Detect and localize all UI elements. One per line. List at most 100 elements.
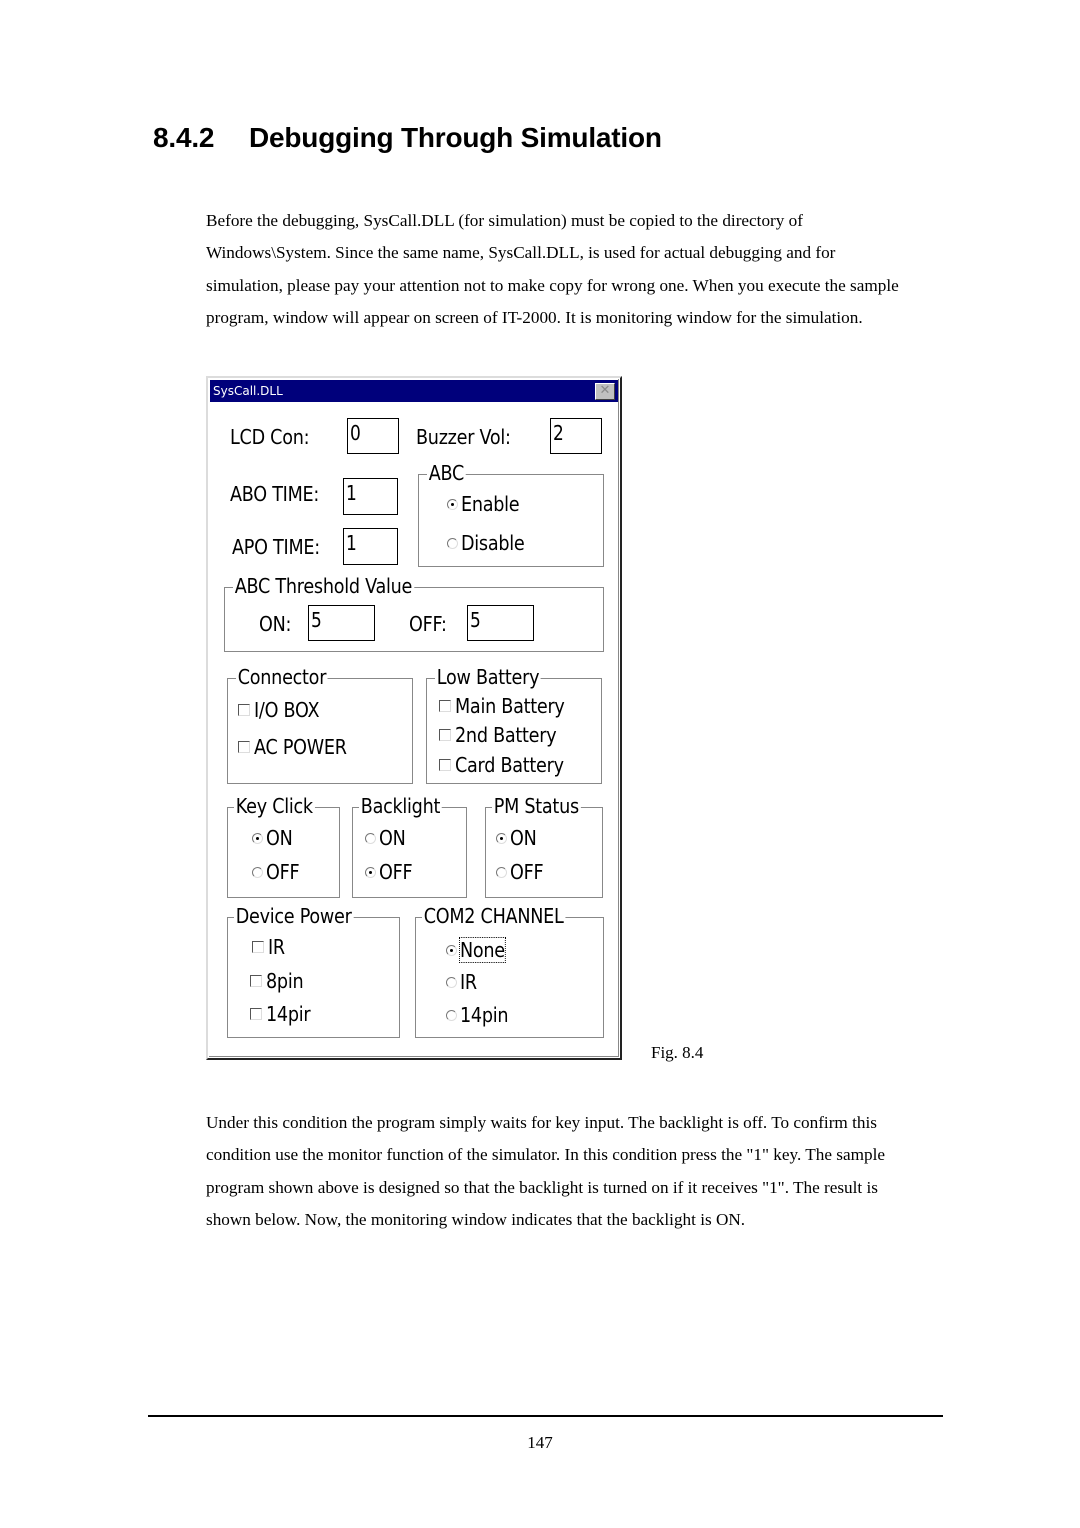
com2-14pin-radio[interactable]: 14pin <box>446 1003 515 1027</box>
radio-label: OFF <box>510 860 544 884</box>
checkbox-label: 14pir <box>266 1002 311 1026</box>
pm-status-off-radio[interactable]: OFF <box>496 860 548 884</box>
checkbox-label: I/O BOX <box>254 698 320 722</box>
intro-paragraph: Before the debugging, SysCall.DLL (for s… <box>206 205 996 334</box>
footer-divider <box>148 1415 943 1417</box>
lcd-con-input[interactable]: 0 <box>347 418 399 454</box>
paragraph-line: condition use the monitor function of th… <box>206 1145 885 1165</box>
dialog-title: SysCall.DLL <box>213 384 283 398</box>
paragraph-line: Before the debugging, SysCall.DLL (for s… <box>206 211 803 230</box>
radio-label: Disable <box>461 531 525 555</box>
radio-selected-icon <box>496 832 507 844</box>
radio-empty-icon <box>446 1009 457 1021</box>
buzzer-vol-value: 2 <box>553 421 564 445</box>
checkbox-icon <box>250 1008 262 1020</box>
checkbox-label: IR <box>268 935 285 959</box>
radio-label: Enable <box>461 492 520 516</box>
pm-status-group-title: PM Status <box>492 794 581 818</box>
checkbox-label: Main Battery <box>455 694 565 718</box>
com2-none-radio[interactable]: None <box>446 937 511 963</box>
abc-group: ABC Enable Disable <box>418 462 604 567</box>
abo-time-input[interactable]: 1 <box>343 478 398 515</box>
connector-group-title: Connector <box>236 665 328 689</box>
radio-label: 14pin <box>460 1003 509 1027</box>
backlight-on-radio[interactable]: ON <box>365 826 409 850</box>
page-number: 147 <box>527 1433 553 1452</box>
abc-disable-radio[interactable]: Disable <box>447 531 533 555</box>
second-battery-checkbox[interactable]: 2nd Battery <box>439 723 570 747</box>
radio-empty-icon <box>446 976 457 988</box>
backlight-group: Backlight ON OFF <box>352 795 467 898</box>
radio-label: None <box>459 937 506 963</box>
radio-selected-icon <box>365 866 376 878</box>
abc-threshold-title: ABC Threshold Value <box>233 574 414 598</box>
checkbox-icon <box>439 759 451 771</box>
pm-status-on-radio[interactable]: ON <box>496 826 540 850</box>
dialog-titlebar[interactable]: SysCall.DLL ✕ <box>210 380 618 402</box>
paragraph-line: program, window will appear on screen of… <box>206 307 863 327</box>
device-power-group-title: Device Power <box>234 904 354 928</box>
paragraph-line: shown below. Now, the monitoring window … <box>206 1209 746 1229</box>
apo-time-label: APO TIME: <box>232 535 320 559</box>
close-button[interactable]: ✕ <box>595 383 615 400</box>
checkbox-icon <box>439 729 451 741</box>
radio-selected-icon <box>446 944 457 956</box>
threshold-off-value: 5 <box>470 608 481 632</box>
key-click-off-radio[interactable]: OFF <box>252 860 304 884</box>
low-battery-group-title: Low Battery <box>435 665 542 689</box>
paragraph-line: Windows\System. Since the same name, Sys… <box>206 243 836 263</box>
checkbox-icon <box>250 975 262 987</box>
key-click-on-radio[interactable]: ON <box>252 826 296 850</box>
backlight-off-radio[interactable]: OFF <box>365 860 417 884</box>
com2-channel-group: COM2 CHANNEL None IR 14pin <box>415 905 604 1038</box>
device-power-ir-checkbox[interactable]: IR <box>252 935 287 959</box>
checkbox-icon <box>439 700 451 712</box>
radio-label: ON <box>266 826 293 850</box>
key-click-group-title: Key Click <box>234 794 315 818</box>
threshold-on-label: ON: <box>259 612 292 636</box>
radio-label: ON <box>510 826 537 850</box>
io-box-checkbox[interactable]: I/O BOX <box>238 698 328 722</box>
checkbox-label: AC POWER <box>254 735 347 759</box>
checkbox-label: Card Battery <box>455 753 564 777</box>
com2-channel-group-title: COM2 CHANNEL <box>422 904 566 928</box>
threshold-on-input[interactable]: 5 <box>308 605 375 641</box>
section-heading: 8.4.2 Debugging Through Simulation <box>153 122 662 154</box>
radio-label: ON <box>379 826 406 850</box>
apo-time-input[interactable]: 1 <box>343 528 398 565</box>
connector-group: Connector I/O BOX AC POWER <box>227 666 413 784</box>
radio-label: OFF <box>379 860 413 884</box>
checkbox-label: 2nd Battery <box>455 723 557 747</box>
checkbox-icon <box>252 941 264 953</box>
abc-enable-radio[interactable]: Enable <box>447 492 527 516</box>
abo-time-label: ABO TIME: <box>230 482 320 506</box>
device-power-group: Device Power IR 8pin 14pir <box>227 905 400 1038</box>
radio-empty-icon <box>365 832 376 844</box>
device-power-14pin-checkbox[interactable]: 14pir <box>250 1002 316 1026</box>
low-battery-group: Low Battery Main Battery 2nd Battery Car… <box>426 666 602 784</box>
radio-selected-icon <box>447 498 458 510</box>
main-battery-checkbox[interactable]: Main Battery <box>439 694 580 718</box>
paragraph-line: Under this condition the program simply … <box>206 1113 877 1132</box>
paragraph-line: program shown above is designed so that … <box>206 1177 878 1197</box>
com2-ir-radio[interactable]: IR <box>446 970 479 994</box>
section-title: Debugging Through Simulation <box>249 122 662 153</box>
key-click-group: Key Click ON OFF <box>227 795 340 898</box>
checkbox-label: 8pin <box>266 969 304 993</box>
abo-time-value: 1 <box>346 481 357 505</box>
threshold-on-value: 5 <box>311 608 322 632</box>
threshold-off-input[interactable]: 5 <box>467 605 534 641</box>
ac-power-checkbox[interactable]: AC POWER <box>238 735 359 759</box>
backlight-group-title: Backlight <box>359 794 442 818</box>
syscall-dialog: SysCall.DLL ✕ LCD Con: 0 Buzzer Vol: 2 A… <box>206 376 622 1060</box>
buzzer-vol-input[interactable]: 2 <box>550 418 602 454</box>
card-battery-checkbox[interactable]: Card Battery <box>439 753 579 777</box>
checkbox-icon <box>238 741 250 753</box>
radio-selected-icon <box>252 832 263 844</box>
radio-label: IR <box>460 970 477 994</box>
abc-group-title: ABC <box>427 461 466 485</box>
paragraph-line: simulation, please pay your attention no… <box>206 275 899 295</box>
device-power-8pin-checkbox[interactable]: 8pin <box>250 969 308 993</box>
buzzer-vol-label: Buzzer Vol: <box>416 425 511 449</box>
radio-empty-icon <box>447 537 458 549</box>
